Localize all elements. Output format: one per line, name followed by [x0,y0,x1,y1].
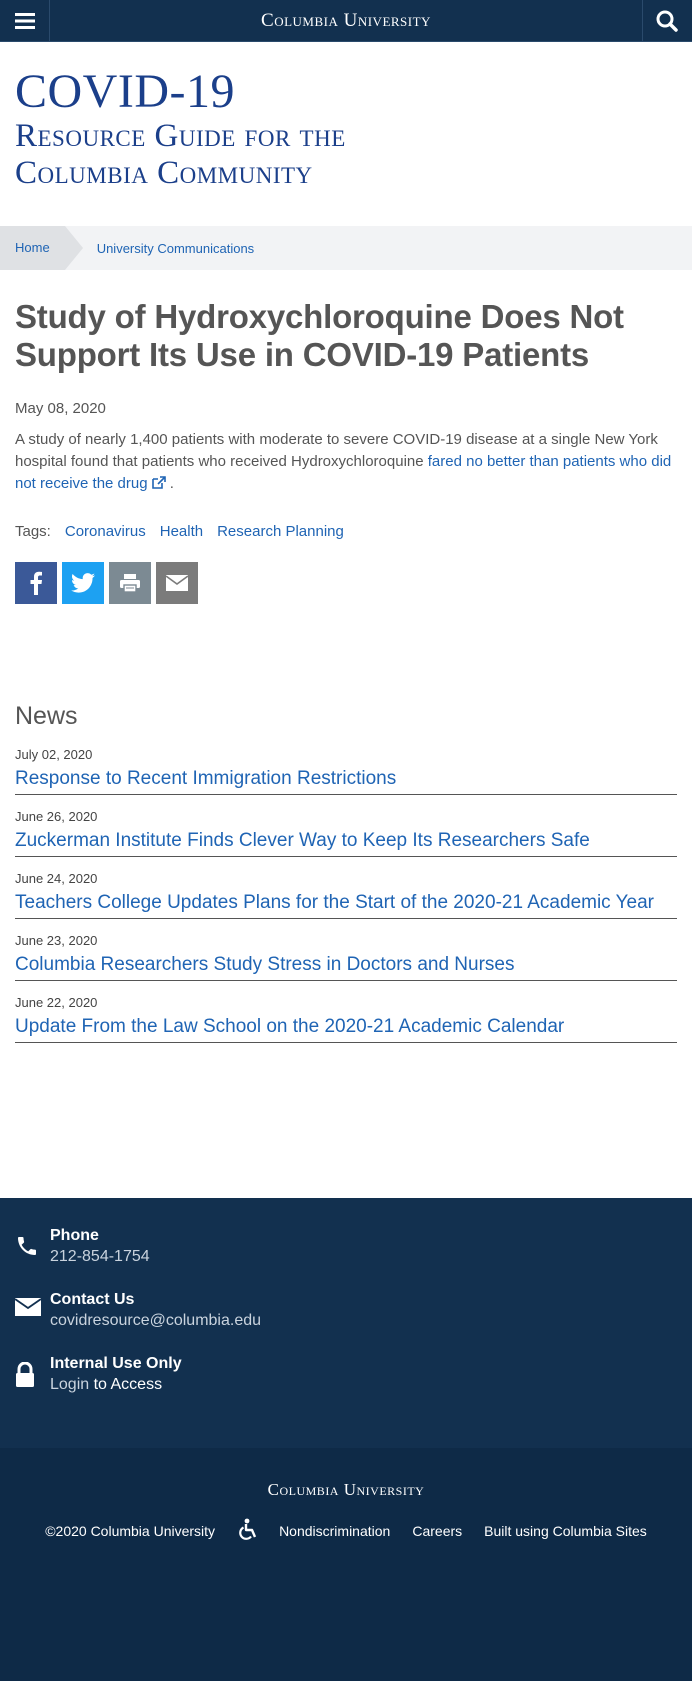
nondiscrimination-link[interactable]: Nondiscrimination [279,1523,390,1539]
news-item-link[interactable]: Teachers College Updates Plans for the S… [15,892,654,913]
internal-use-label: Internal Use Only [50,1355,182,1372]
contact-internal: Internal Use Only Login to Access [15,1354,677,1396]
columbia-sites-link[interactable]: Built using Columbia Sites [484,1523,647,1539]
article-date: May 08, 2020 [15,400,106,417]
email-icon [166,575,188,591]
news-item: July 02, 2020 Response to Recent Immigra… [15,747,677,795]
share-twitter-button[interactable] [62,562,104,604]
contact-email: Contact Us covidresource@columbia.edu [14,1290,677,1332]
careers-link[interactable]: Careers [412,1523,462,1539]
footer-brand[interactable]: Columbia University [0,1480,692,1500]
news-section: News July 02, 2020 Response to Recent Im… [0,604,692,1043]
breadcrumb: Home University Communications [0,226,692,270]
twitter-icon [71,573,95,593]
contact-phone: Phone 212-854-1754 [15,1226,677,1268]
phone-icon [18,1237,36,1255]
phone-number-link[interactable]: 212-854-1754 [50,1246,150,1268]
phone-label: Phone [50,1227,99,1244]
news-item-date: June 24, 2020 [15,871,98,886]
tags-label: Tags: [15,523,51,540]
news-item-date: June 22, 2020 [15,995,98,1010]
site-title-line2: Resource Guide for the [15,118,346,154]
top-bar: Columbia University [0,0,692,42]
news-item-link[interactable]: Response to Recent Immigration Restricti… [15,768,396,789]
hamburger-menu-icon [14,12,35,29]
accessibility-link[interactable] [237,1518,257,1543]
tag-link-health[interactable]: Health [160,523,203,540]
share-print-button[interactable] [109,562,151,604]
article-body-end: . [169,475,174,492]
menu-button[interactable] [0,0,50,42]
external-link-icon [151,476,166,489]
article-title: Study of Hydroxychloroquine Does Not Sup… [15,298,624,373]
login-line: Login to Access [50,1374,182,1396]
news-item-link[interactable]: Columbia Researchers Study Stress in Doc… [15,954,514,975]
login-suffix: to Access [89,1376,163,1393]
share-email-button[interactable] [156,562,198,604]
news-item: June 24, 2020 Teachers College Updates P… [15,871,677,919]
copyright-text: ©2020 Columbia University [45,1522,216,1539]
contact-footer: Phone 212-854-1754 Contact Us covidresou… [0,1198,692,1448]
site-title-line3: Columbia Community [15,155,313,191]
share-facebook-button[interactable] [15,562,57,604]
news-item: June 22, 2020 Update From the Law School… [15,995,677,1043]
contact-us-label: Contact Us [50,1291,135,1308]
contact-email-link[interactable]: covidresource@columbia.edu [50,1310,261,1332]
tag-link-research-planning[interactable]: Research Planning [217,523,344,540]
share-buttons [15,562,677,604]
print-icon [120,574,140,593]
accessibility-icon [239,1518,257,1540]
news-item-date: June 23, 2020 [15,933,98,948]
facebook-icon [30,571,42,595]
news-item: June 23, 2020 Columbia Researchers Study… [15,933,677,981]
breadcrumb-current-link[interactable]: University Communications [97,241,255,256]
tag-link-coronavirus[interactable]: Coronavirus [65,523,146,540]
article-body: A study of nearly 1,400 patients with mo… [15,429,677,495]
bottom-footer: Columbia University ©2020 Columbia Unive… [0,1448,692,1681]
breadcrumb-home-link[interactable]: Home [0,226,83,270]
footer-links: ©2020 Columbia University Nondiscriminat… [0,1518,692,1543]
news-item-link[interactable]: Update From the Law School on the 2020-2… [15,1016,564,1037]
news-item: June 26, 2020 Zuckerman Institute Finds … [15,809,677,857]
news-item-date: June 26, 2020 [15,809,98,824]
envelope-icon [14,1298,42,1316]
news-heading: News [15,702,78,730]
site-title[interactable]: COVID-19 Resource Guide for the Columbia… [0,42,692,226]
login-link[interactable]: Login [50,1376,89,1393]
news-item-date: July 02, 2020 [15,747,93,762]
article: Study of Hydroxychloroquine Does Not Sup… [0,270,692,604]
lock-icon [16,1361,34,1387]
brand-logo[interactable]: Columbia University [261,10,431,32]
site-title-line1: COVID-19 [15,65,235,118]
search-button[interactable] [641,0,692,42]
news-item-link[interactable]: Zuckerman Institute Finds Clever Way to … [15,830,590,851]
search-icon [656,10,679,32]
tags-row: Tags: Coronavirus Health Research Planni… [15,523,677,540]
